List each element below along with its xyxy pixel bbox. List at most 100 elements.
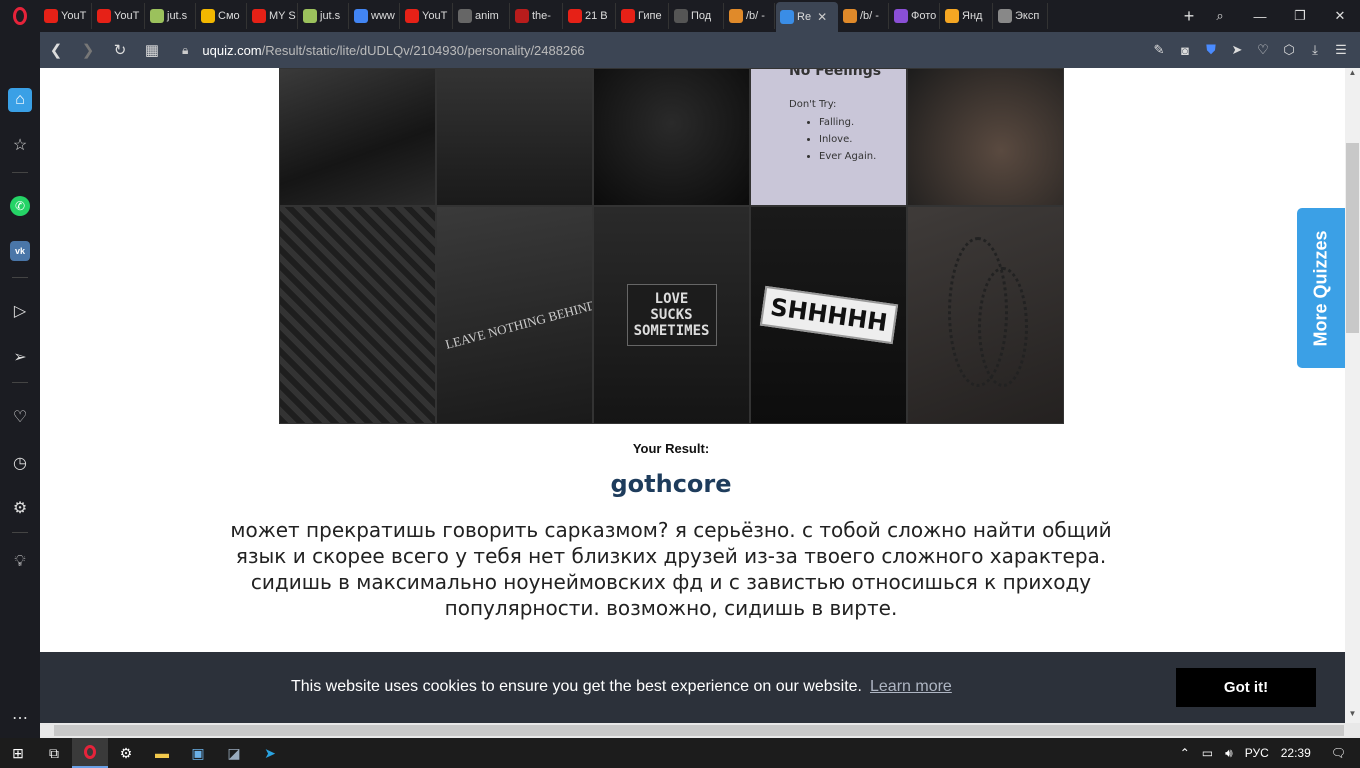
browser-tab[interactable]: 21 В [564,3,616,29]
network-icon[interactable]: ▭ [1202,746,1213,760]
grid-image-chained-hand [907,206,1064,424]
tab-label: YouT [422,10,448,22]
youtube-icon [97,9,111,23]
easy-setup-icon[interactable]: ☰ [1328,42,1354,58]
browser-tab[interactable]: Смо [197,3,247,29]
browser-tab[interactable]: YouT [40,3,92,29]
notifications-icon[interactable]: 🗨︎ [1331,746,1346,760]
heart-icon[interactable]: ♡ [8,405,32,429]
sidebar-divider [12,532,28,533]
no-feelings-subtitle: Don't Try: [789,99,837,110]
cookie-accept-button[interactable]: Got it! [1176,668,1316,707]
maximize-button[interactable]: ❐ [1280,8,1320,24]
url-field[interactable]: 🔒︎ uquiz.com /Result/static/lite/dUDLQv/… [182,43,1146,58]
telegram-icon[interactable]: ➤ [252,738,288,768]
close-tab-icon[interactable]: ✕ [817,10,827,24]
google-icon [354,9,368,23]
grid-image-chains [593,68,750,206]
tab-label: www [371,10,395,22]
clock[interactable]: 22:39 [1281,746,1311,760]
camera-icon[interactable]: ◙ [1172,43,1198,58]
lock-icon[interactable]: 🔒︎ [182,43,188,58]
windows-taskbar: ⊞ ⧉ ⚙ ▬ ▣ ◪ ➤ ⌃ ▭ 🔊︎ РУС 22:39 🗨︎ [0,738,1360,768]
reload-button[interactable]: ↻ [104,41,136,59]
file-explorer-icon[interactable]: ▬ [144,738,180,768]
search-tabs-icon[interactable]: ⌕ [1200,8,1240,24]
opera-taskbar-icon[interactable] [72,738,108,768]
browser-tab[interactable]: Эксп [994,3,1048,29]
cube-icon[interactable]: ⬡ [1276,42,1302,58]
tab-label: YouT [114,10,140,22]
settings-gear-icon[interactable]: ⚙ [8,496,32,520]
browser-tab[interactable]: YouT [93,3,145,29]
address-bar: ❮ ❯ ↻ ▦ 🔒︎ uquiz.com /Result/static/lite… [40,32,1360,68]
grid-icon [998,9,1012,23]
tab-strip: YouT YouT jut.s Смо MY S jut.s www YouT anim the-… [40,0,1178,32]
browser-tab[interactable]: www [350,3,400,29]
browser-tab[interactable]: jut.s [299,3,349,29]
player-icon[interactable]: ▷ [8,299,32,323]
tab-label: Янд [962,10,983,22]
photos-icon[interactable]: ◪ [216,738,252,768]
vpn-shield-icon[interactable]: ⛊ [1198,42,1224,58]
forward-button[interactable]: ❯ [72,41,104,59]
browser-tab[interactable]: YouT [401,3,453,29]
task-view-icon[interactable]: ⧉ [36,738,72,768]
browser-tab[interactable]: Re ✕ [776,2,838,32]
scroll-up-arrow[interactable]: ▲ [1345,68,1360,77]
browser-tab[interactable]: Фото [890,3,940,29]
scrollbar-thumb[interactable] [1346,143,1359,333]
learn-more-link[interactable]: Learn more [870,678,952,695]
result-label: Your Result: [632,441,710,456]
browser-tab[interactable]: Гипе [617,3,669,29]
youtube-icon [621,9,635,23]
horizontal-scrollbar[interactable] [40,723,1345,738]
show-hidden-icons[interactable]: ⌃ [1180,746,1190,760]
whatsapp-icon[interactable]: ✆ [10,196,30,216]
control-panel-icon[interactable]: ▣ [180,738,216,768]
bookmark-star-icon[interactable]: ☆ [8,133,32,157]
vertical-scrollbar[interactable]: ▲ ▼ [1345,68,1360,723]
browser-tab[interactable]: Янд [941,3,993,29]
download-icon[interactable]: ⤓ [1302,42,1328,58]
input-language[interactable]: РУС [1245,746,1269,760]
book-icon [515,9,529,23]
vk-icon[interactable]: vk [10,241,30,261]
tab-label: 21 В [585,10,608,22]
edit-icon[interactable]: ✎ [1146,42,1172,58]
back-button[interactable]: ❮ [40,41,72,59]
heart-icon[interactable]: ♡ [1250,42,1276,58]
scroll-down-arrow[interactable]: ▼ [1345,709,1360,718]
home-icon[interactable]: ⌂ [8,88,32,112]
history-clock-icon[interactable]: ◷ [8,451,32,475]
opera-menu-icon[interactable] [0,0,40,32]
browser-tab[interactable]: jut.s [146,3,196,29]
browser-tab[interactable]: the- [511,3,563,29]
windows-start-icon[interactable]: ⊞ [0,738,36,768]
scrollbar-thumb[interactable] [54,725,1344,736]
browser-tab[interactable]: MY S [248,3,298,29]
browser-tab[interactable]: /b/ - [725,3,775,29]
browser-tab[interactable]: Под [670,3,724,29]
tab-grid-icon[interactable]: ▦ [136,41,168,59]
browser-tab[interactable]: anim [454,3,510,29]
new-tab-button[interactable]: + [1178,6,1200,27]
close-window-button[interactable]: ✕ [1320,8,1360,24]
tips-bulb-icon[interactable]: 💡︎ [8,550,32,574]
send-icon[interactable]: ➤ [1224,42,1250,58]
more-options-icon[interactable]: ⋯ [8,706,32,730]
steam-taskbar-icon[interactable]: ⚙ [108,738,144,768]
tab-label: /b/ - [860,10,879,22]
cookie-banner: This website uses cookies to ensure you … [40,652,1345,723]
minimize-button[interactable]: — [1240,9,1280,24]
grid-image-no-feelings: No Feelings Don't Try: Falling. Inlove. … [750,68,907,206]
grid-image-leave-nothing-behind: LEAVE NOTHING BEHIND [436,206,593,424]
youtube-icon [44,9,58,23]
list-item: Inlove. [819,131,876,148]
more-quizzes-tab[interactable]: More Quizzes [1297,208,1345,368]
browser-tab[interactable]: /b/ - [839,3,889,29]
send-icon[interactable]: ➢ [8,345,32,369]
chain-decoration [978,267,1028,387]
volume-icon[interactable]: 🔊︎ [1225,746,1233,761]
url-path: /Result/static/lite/dUDLQv/2104930/perso… [261,42,585,58]
